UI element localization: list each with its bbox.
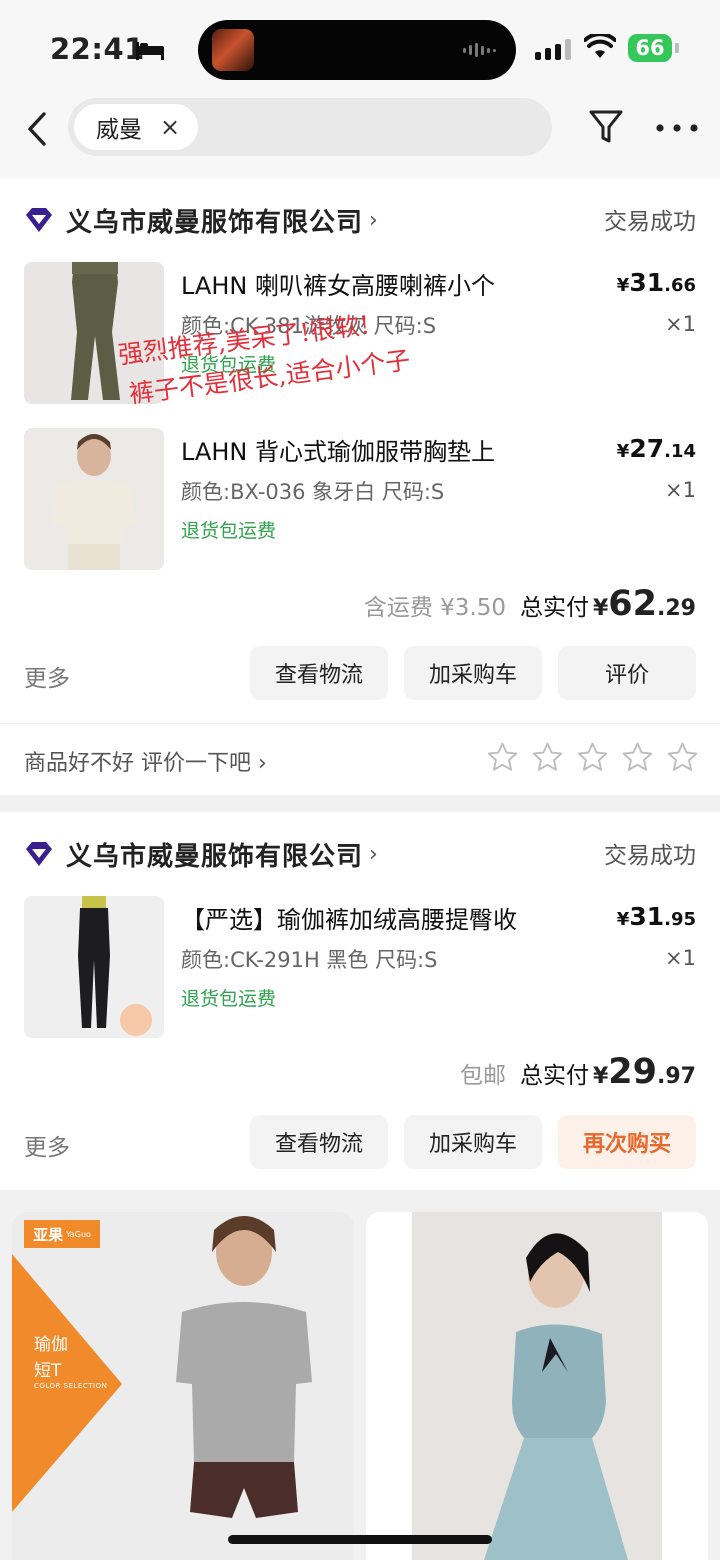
clock: 22:41: [50, 32, 145, 66]
recommendation-card[interactable]: 亚果 YaGuo 瑜伽 短T COLOR SELECTION: [12, 1212, 354, 1560]
search-header: 威曼 ×: [0, 92, 720, 178]
paid-label: 总实付: [519, 595, 589, 621]
store-name: 义乌市威曼服饰有限公司: [66, 207, 364, 238]
album-art-icon: [212, 29, 254, 71]
order-status: 交易成功: [604, 209, 696, 235]
product-image: [24, 428, 164, 570]
order-item[interactable]: LAHN 背心式瑜伽服带胸垫上 颜色:BX-036 象牙白 尺码:S 退货包运费…: [0, 428, 720, 570]
item-quantity: ×1: [665, 312, 696, 336]
wifi-icon: [584, 34, 616, 58]
order-item[interactable]: 【严选】瑜伽裤加绒高腰提臀收 颜色:CK-291H 黑色 尺码:S 退货包运费 …: [0, 896, 720, 1038]
shipping-note: 含运费 ¥3.50: [363, 595, 506, 621]
item-title: LAHN 喇叭裤女高腰喇裤小个: [181, 272, 495, 300]
item-title: 【严选】瑜伽裤加绒高腰提臀收: [181, 906, 517, 934]
bed-icon: [136, 42, 164, 60]
order-card: 义乌市威曼服饰有限公司 › 交易成功 LAHN 喇叭裤女高腰喇裤小个 颜色:CK…: [0, 178, 720, 795]
cell-signal-icon: [535, 38, 571, 60]
home-indicator[interactable]: [228, 1535, 492, 1544]
order-total: 包邮 总实付 ¥29.97: [459, 1052, 696, 1092]
item-quantity: ×1: [665, 946, 696, 970]
add-to-cart-button[interactable]: 加采购车: [404, 1115, 542, 1169]
paid-label: 总实付: [519, 1063, 589, 1089]
search-chip-label: 威曼: [96, 117, 142, 143]
order-total: 含运费 ¥3.50 总实付 ¥62.29: [363, 584, 696, 624]
star-outline-icon[interactable]: [665, 740, 700, 775]
item-spec: 颜色:BX-036 象牙白 尺码:S: [181, 480, 445, 504]
store-link[interactable]: 义乌市威曼服饰有限公司 ›: [24, 834, 378, 874]
search-chip[interactable]: 威曼 ×: [74, 104, 199, 150]
review-button[interactable]: 评价: [558, 646, 696, 700]
shipping-note: 包邮: [459, 1063, 506, 1089]
buy-again-button[interactable]: 再次购买: [558, 1115, 696, 1169]
battery-indicator: 66: [628, 34, 672, 62]
chevron-right-icon: ›: [369, 207, 378, 233]
rec-subtitle: COLOR SELECTION: [34, 1382, 108, 1390]
store-name: 义乌市威曼服饰有限公司: [66, 841, 364, 872]
dynamic-island[interactable]: [198, 20, 516, 80]
star-outline-icon[interactable]: [575, 740, 610, 775]
star-outline-icon[interactable]: [530, 740, 565, 775]
rec-title: 瑜伽 短T: [34, 1335, 68, 1381]
more-link[interactable]: 更多: [24, 659, 70, 693]
product-image: [366, 1212, 708, 1560]
chevron-right-icon: ›: [369, 841, 378, 867]
diamond-icon: [26, 842, 52, 866]
view-logistics-button[interactable]: 查看物流: [250, 1115, 388, 1169]
search-input[interactable]: 威曼 ×: [68, 98, 552, 156]
star-outline-icon[interactable]: [485, 740, 520, 775]
star-rating[interactable]: [485, 740, 700, 775]
close-icon[interactable]: ×: [160, 113, 180, 141]
view-logistics-button[interactable]: 查看物流: [250, 646, 388, 700]
funnel-icon[interactable]: [588, 108, 624, 146]
item-quantity: ×1: [665, 478, 696, 502]
return-shipping-tag: 退货包运费: [181, 520, 277, 542]
diamond-icon: [26, 208, 52, 232]
item-price: ¥27.14: [616, 434, 696, 463]
item-price: ¥31.66: [616, 268, 696, 297]
add-to-cart-button[interactable]: 加采购车: [404, 646, 542, 700]
more-link[interactable]: 更多: [24, 1128, 70, 1162]
review-prompt[interactable]: 商品好不好 评价一下吧 ›: [24, 745, 267, 777]
brand-logo: 亚果 YaGuo: [24, 1220, 100, 1248]
item-title: LAHN 背心式瑜伽服带胸垫上: [181, 438, 495, 466]
item-spec: 颜色:CK-291H 黑色 尺码:S: [181, 948, 438, 972]
item-price: ¥31.95: [616, 902, 696, 931]
battery-tip: [675, 43, 679, 53]
order-card: 义乌市威曼服饰有限公司 › 交易成功 【严选】瑜伽裤加绒高腰提臀收 颜色:CK-…: [0, 812, 720, 1190]
ellipsis-icon[interactable]: [656, 124, 698, 132]
store-link[interactable]: 义乌市威曼服饰有限公司 ›: [24, 200, 378, 240]
star-outline-icon[interactable]: [620, 740, 655, 775]
recommendation-card[interactable]: [366, 1212, 708, 1560]
divider: [0, 723, 720, 724]
status-bar: 22:41 66: [0, 0, 720, 92]
order-status: 交易成功: [604, 843, 696, 869]
product-image: [24, 896, 164, 1038]
chevron-left-icon[interactable]: [22, 110, 52, 148]
return-shipping-tag: 退货包运费: [181, 988, 277, 1010]
audio-wave-icon: [463, 42, 496, 58]
